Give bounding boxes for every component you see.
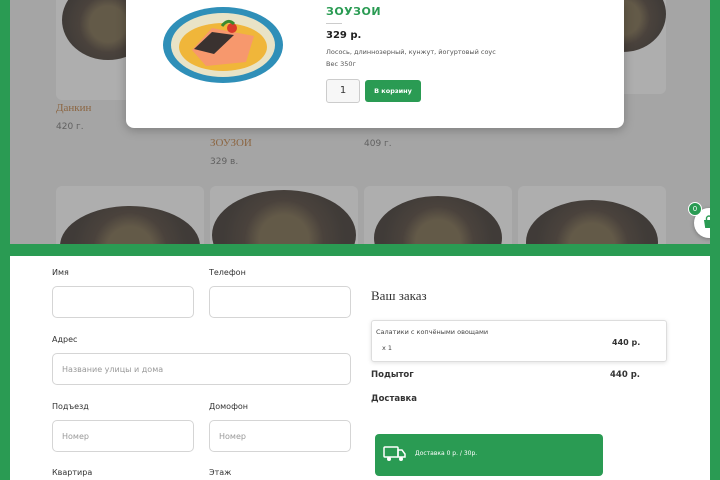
divider: [326, 23, 342, 24]
entrance-label: Подъезд: [52, 402, 89, 411]
order-item-quantity: x 1: [382, 344, 393, 352]
entrance-input[interactable]: [52, 420, 194, 452]
quantity-input[interactable]: 1: [326, 79, 360, 103]
apartment-label: Квартира: [52, 468, 93, 477]
add-to-cart-button[interactable]: В корзину: [365, 80, 421, 102]
name-input[interactable]: [52, 286, 194, 318]
cart-count-badge: 0: [688, 202, 702, 216]
product-price: 329 р.: [326, 30, 362, 41]
address-label: Адрес: [52, 335, 78, 344]
delivery-truck-icon: [383, 446, 406, 461]
product-title: ЗОУЗОИ: [326, 5, 382, 18]
order-item-card: Салатики с копчёными овощами x 1 440 р.: [371, 320, 667, 362]
cart-icon: [704, 215, 710, 228]
delivery-option[interactable]: Доставка 0 р. / 30р.: [375, 434, 603, 476]
address-input[interactable]: [52, 353, 351, 385]
product-description: Лосось, длиннозерный, кунжут, йогуртовый…: [326, 48, 496, 56]
phone-input[interactable]: [209, 286, 351, 318]
order-title: Ваш заказ: [371, 288, 427, 303]
product-modal: ЗОУЗОИ 329 р. Лосось, длиннозерный, кунж…: [126, 0, 624, 128]
product-weight: Вес 350г: [326, 60, 356, 68]
intercom-input[interactable]: [209, 420, 351, 452]
menu-background: Данкин 420 г. ЗОУЗОИ 329 в. 409 г. 409 З…: [10, 0, 710, 244]
order-item-name: Салатики с копчёными овощами: [376, 328, 489, 336]
intercom-label: Домофон: [209, 402, 249, 411]
delivery-option-label: Доставка 0 р. / 30р.: [415, 450, 478, 457]
delivery-label: Доставка: [371, 394, 417, 404]
subtotal-value: 440 р.: [610, 370, 641, 380]
name-label: Имя: [52, 268, 69, 277]
floor-label: Этаж: [209, 468, 232, 477]
subtotal-label: Подытог: [371, 370, 414, 380]
order-item-price: 440 р.: [612, 338, 641, 347]
phone-label: Телефон: [209, 268, 246, 277]
dish-image: [163, 7, 283, 83]
checkout-section: Имя Телефон Адрес Подъезд Домофон Кварти…: [10, 256, 710, 480]
